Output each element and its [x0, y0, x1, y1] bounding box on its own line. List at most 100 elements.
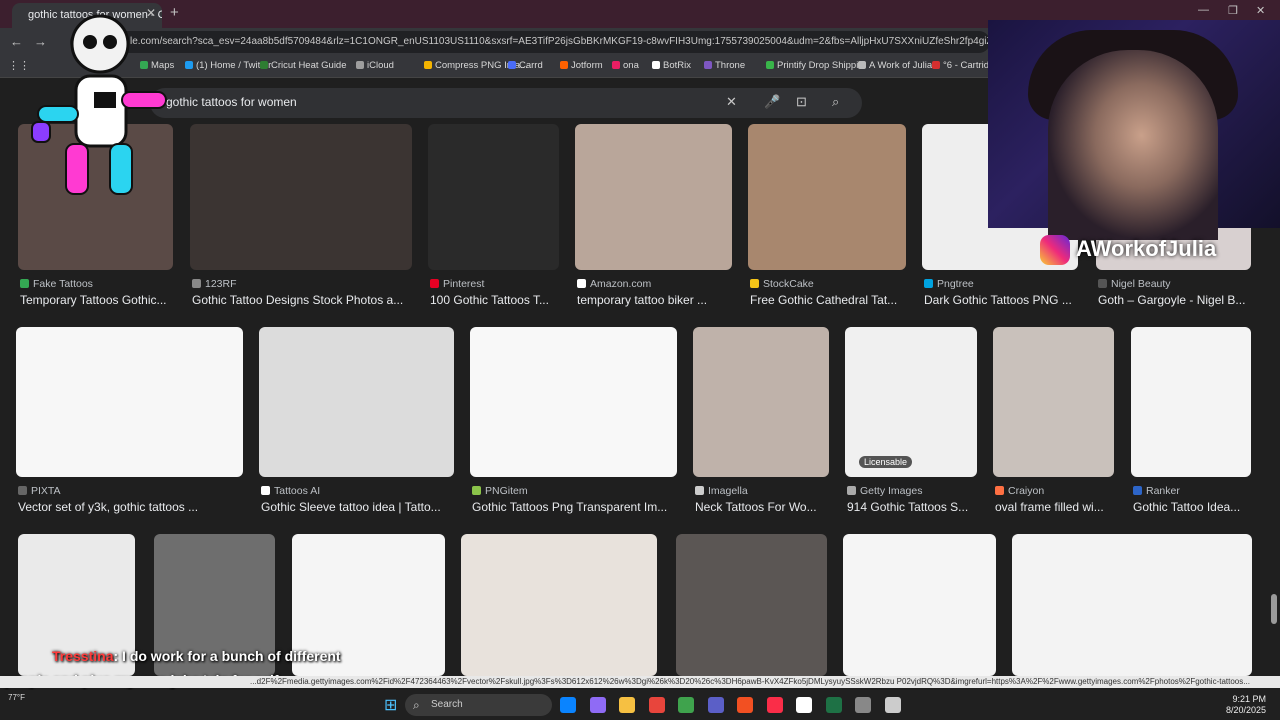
webcam-person: [1048, 50, 1218, 240]
image-result-tile[interactable]: [428, 124, 559, 270]
result-source[interactable]: Tattoos AI: [261, 485, 320, 497]
bookmark-favicon-icon: [185, 61, 193, 69]
source-favicon-icon: [750, 279, 759, 288]
result-caption[interactable]: Gothic Tattoo Idea...: [1133, 500, 1263, 514]
screen: gothic tattoos for women - Go ✕ + — ❐ ✕ …: [0, 0, 1280, 720]
result-caption[interactable]: Gothic Sleeve tattoo idea | Tatto...: [261, 500, 466, 514]
result-source-name: Imagella: [708, 485, 748, 497]
bookmark-item[interactable]: (1) Home / Twitter: [185, 60, 271, 71]
image-result-tile[interactable]: [575, 124, 732, 270]
image-result-tile[interactable]: [470, 327, 677, 477]
result-caption[interactable]: 100 Gothic Tattoos T...: [430, 293, 571, 307]
taskbar: 77°F ⊞ ⌕ Search 9:21 PM 8/20/2025: [0, 690, 1280, 720]
obs-icon[interactable]: [796, 697, 812, 713]
result-caption[interactable]: oval frame filled wi...: [995, 500, 1126, 514]
bookmark-item[interactable]: BotRix: [652, 60, 691, 71]
image-result-tile[interactable]: Licensable: [845, 327, 977, 477]
chrome-icon[interactable]: [648, 697, 665, 713]
image-result-tile[interactable]: [843, 534, 996, 676]
image-result-tile[interactable]: [748, 124, 906, 270]
result-caption[interactable]: Temporary Tattoos Gothic...: [20, 293, 185, 307]
bookmark-item[interactable]: iCloud: [356, 60, 394, 71]
result-source[interactable]: PNGitem: [472, 485, 528, 497]
result-source[interactable]: PIXTA: [18, 485, 61, 497]
music-icon[interactable]: [766, 697, 783, 713]
source-favicon-icon: [192, 279, 201, 288]
licensable-badge: Licensable: [859, 456, 913, 468]
minecraft-icon[interactable]: [678, 697, 694, 713]
image-result-tile[interactable]: [259, 327, 454, 477]
result-caption[interactable]: Gothic Tattoos Png Transparent Im...: [472, 500, 689, 514]
weather-widget[interactable]: 77°F: [8, 693, 25, 702]
bookmark-item[interactable]: Throne: [704, 60, 745, 71]
result-source[interactable]: 123RF: [192, 278, 237, 290]
bookmark-item[interactable]: Carrd: [508, 60, 543, 71]
bookmark-item[interactable]: Printify Drop Shippi...: [766, 60, 866, 71]
start-icon[interactable]: ⊞: [384, 695, 397, 715]
result-source[interactable]: Nigel Beauty: [1098, 278, 1171, 290]
result-caption[interactable]: Goth – Gargoyle - Nigel B...: [1098, 293, 1263, 307]
voice-search-icon[interactable]: 🎤: [764, 94, 780, 110]
result-caption[interactable]: 914 Gothic Tattoos S...: [847, 500, 989, 514]
lens-search-icon[interactable]: ⊡: [796, 94, 807, 110]
result-source[interactable]: Imagella: [695, 485, 748, 497]
image-result-tile[interactable]: [676, 534, 827, 676]
minimize-icon[interactable]: —: [1198, 4, 1209, 16]
image-result-tile[interactable]: [190, 124, 412, 270]
bookmark-favicon-icon: [612, 61, 620, 69]
system-clock[interactable]: 9:21 PM 8/20/2025: [1226, 694, 1266, 716]
image-result-tile[interactable]: [693, 327, 829, 477]
result-source[interactable]: Pinterest: [430, 278, 484, 290]
result-source[interactable]: Fake Tattoos: [20, 278, 93, 290]
close-window-icon[interactable]: ✕: [1256, 4, 1265, 17]
clear-search-icon[interactable]: ✕: [726, 94, 737, 110]
image-result-tile[interactable]: [1131, 327, 1251, 477]
address-bar[interactable]: le.com/search?sca_esv=24aa8b5df5709484&r…: [70, 31, 990, 53]
bookmark-item[interactable]: Jotform: [560, 60, 603, 71]
result-source[interactable]: Craiyon: [995, 485, 1044, 497]
chrome-profile-icon[interactable]: [884, 697, 901, 713]
bookmark-favicon-icon: [704, 61, 712, 69]
search-box[interactable]: gothic tattoos for women ✕ 🎤 ⊡ ⌕: [150, 88, 862, 118]
source-favicon-icon: [20, 279, 29, 288]
result-source[interactable]: Ranker: [1133, 485, 1180, 497]
result-caption[interactable]: Gothic Tattoo Designs Stock Photos a...: [192, 293, 424, 307]
image-result-tile[interactable]: [993, 327, 1114, 477]
bookmark-label: Throne: [715, 60, 746, 71]
result-source[interactable]: StockCake: [750, 278, 814, 290]
result-caption[interactable]: Dark Gothic Tattoos PNG ...: [924, 293, 1090, 307]
result-caption[interactable]: Free Gothic Cathedral Tat...: [750, 293, 918, 307]
app-icon[interactable]: [737, 697, 753, 713]
url-text: le.com/search?sca_esv=24aa8b5df5709484&r…: [130, 36, 990, 47]
edge-icon[interactable]: [560, 697, 576, 713]
result-source-name: Nigel Beauty: [1111, 278, 1171, 290]
result-caption[interactable]: Vector set of y3k, gothic tattoos ...: [18, 500, 255, 514]
image-result-tile[interactable]: [1012, 534, 1252, 676]
bookmark-favicon-icon: [932, 61, 940, 69]
bookmark-label: A Work of Julia: [869, 60, 933, 71]
copilot-icon[interactable]: [589, 697, 606, 713]
taskbar-search[interactable]: ⌕ Search: [405, 694, 552, 716]
source-favicon-icon: [472, 486, 481, 495]
webcam-overlay: [988, 20, 1280, 240]
excel-icon[interactable]: [825, 697, 842, 713]
result-source[interactable]: Pngtree: [924, 278, 974, 290]
image-result-tile[interactable]: [461, 534, 657, 676]
result-caption[interactable]: temporary tattoo biker ...: [577, 293, 744, 307]
search-icon[interactable]: ⌕: [832, 94, 839, 110]
teams-icon[interactable]: [707, 697, 724, 713]
result-source[interactable]: Getty Images: [847, 485, 922, 497]
result-source-name: PIXTA: [31, 485, 61, 497]
bookmark-item[interactable]: ona: [612, 60, 639, 71]
image-result-tile[interactable]: [16, 327, 243, 477]
maximize-icon[interactable]: ❐: [1228, 4, 1238, 17]
result-source[interactable]: Amazon.com: [577, 278, 651, 290]
scrollbar-thumb[interactable]: [1271, 594, 1277, 624]
file-explorer-icon[interactable]: [619, 697, 635, 713]
bookmark-item[interactable]: A Work of Julia: [858, 60, 932, 71]
taskbar-search-icon: ⌕: [413, 698, 420, 712]
bookmark-item[interactable]: Cricut Heat Guide: [260, 60, 347, 71]
bookmark-label: Jotform: [571, 60, 603, 71]
result-caption[interactable]: Neck Tattoos For Wo...: [695, 500, 841, 514]
xbox-icon[interactable]: [855, 697, 871, 713]
